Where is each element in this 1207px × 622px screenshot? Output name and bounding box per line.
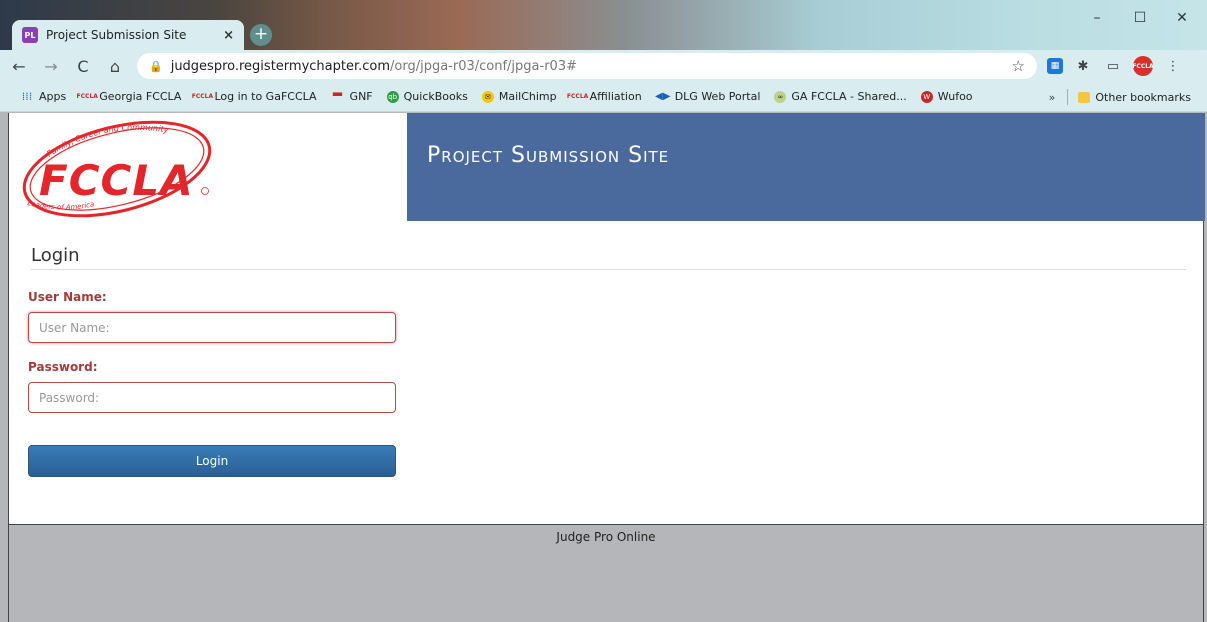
password-label: Password: [28, 360, 98, 374]
browser-tab[interactable]: PL Project Submission Site × [12, 20, 244, 50]
bookmark-label: DLG Web Portal [674, 90, 761, 103]
page-content: Family, Career and Community Leaders of … [8, 113, 1205, 524]
extension-grid-icon[interactable]: ▦ [1047, 58, 1063, 74]
mailchimp-icon: ✉ [481, 90, 494, 103]
url-text: judgespro.registermychapter.com/org/jpga… [171, 59, 1012, 74]
lock-icon: 🔒 [149, 59, 163, 73]
reload-icon[interactable]: C [70, 57, 96, 76]
fccla-logo[interactable]: Family, Career and Community Leaders of … [9, 113, 407, 221]
login-divider [31, 269, 1186, 270]
bookmarks-bar: ⁞⁞⁞ Apps FCCLA Georgia FCCLA FCCLA Log in t… [0, 82, 1207, 112]
bookmarks-right: » Other bookmarks [1049, 82, 1191, 112]
browser-toolbar: ← → C ⌂ 🔒 judgespro.registermychapter.co… [0, 50, 1207, 82]
calendar-icon: ▀▀ [332, 93, 343, 100]
fccla-icon: FCCLA [76, 93, 98, 100]
bookmark-star-icon[interactable]: ☆ [1012, 57, 1025, 75]
cast-icon[interactable]: ▭ [1103, 56, 1123, 76]
fccla-icon: FCCLA [191, 93, 214, 100]
bookmark-label: Georgia FCCLA [99, 90, 182, 103]
bookmark-dlg-web-portal[interactable]: ◀▶ DLG Web Portal [655, 90, 761, 103]
menu-kebab-icon[interactable]: ⋮ [1163, 56, 1183, 76]
login-heading: Login [31, 245, 80, 266]
apps-grid-icon: ⁞⁞⁞ [21, 90, 33, 103]
bookmark-ga-fccla-shared[interactable]: ∞ GA FCCLA - Shared... [774, 90, 907, 103]
quickbooks-icon: qb [386, 90, 399, 103]
maximize-icon[interactable]: ☐ [1118, 4, 1162, 32]
dlg-icon: ◀▶ [655, 91, 671, 102]
header-band: Project Submission Site [407, 113, 1205, 221]
tab-close-icon[interactable]: × [223, 28, 234, 43]
bookmark-label: MailChimp [498, 90, 557, 103]
username-label: User Name: [28, 290, 107, 304]
logo-text: FCCLA [39, 156, 194, 205]
bookmark-wufoo[interactable]: W Wufoo [920, 90, 973, 103]
fccla-icon: FCCLA [566, 93, 589, 100]
close-window-icon[interactable]: ✕ [1160, 4, 1204, 32]
browser-titlebar: PL Project Submission Site × + – ☐ ✕ [0, 0, 1207, 50]
address-bar[interactable]: 🔒 judgespro.registermychapter.com/org/jp… [137, 53, 1037, 79]
bookmark-quickbooks[interactable]: qb QuickBooks [386, 90, 468, 103]
new-tab-button[interactable]: + [250, 24, 272, 46]
bookmark-label: Apps [39, 90, 67, 103]
url-path: /org/jpga-r03/conf/jpga-r03# [390, 58, 577, 74]
home-icon[interactable]: ⌂ [102, 57, 128, 76]
other-bookmarks-label: Other bookmarks [1095, 90, 1191, 104]
forward-arrow-icon[interactable]: → [38, 57, 64, 76]
bookmark-georgia-fccla[interactable]: FCCLA Georgia FCCLA [76, 90, 182, 103]
minimize-icon[interactable]: – [1075, 4, 1119, 32]
profile-avatar-icon[interactable]: FCCLA [1132, 56, 1154, 76]
back-arrow-icon[interactable]: ← [6, 57, 32, 76]
folder-icon [1078, 91, 1091, 103]
tab-favicon-icon: PL [22, 27, 38, 43]
wufoo-icon: W [920, 90, 933, 103]
drive-icon: ∞ [774, 90, 787, 103]
extensions-area: ▦ ✱ ▭ FCCLA ⋮ [1047, 54, 1183, 78]
other-bookmarks[interactable]: Other bookmarks [1078, 91, 1191, 104]
puzzle-extensions-icon[interactable]: ✱ [1073, 56, 1093, 76]
bookmark-affiliation[interactable]: FCCLA Affiliation [566, 90, 642, 103]
footer-text: Judge Pro Online [556, 530, 656, 544]
logo-arc-top: Family, Career and Community [45, 123, 169, 159]
password-input[interactable] [28, 382, 396, 413]
svg-text:Family, Career and Community: Family, Career and Community [45, 123, 169, 159]
url-host: judgespro.registermychapter.com [170, 58, 391, 74]
bookmark-gnf[interactable]: ▀▀ GNF [331, 90, 373, 103]
bookmark-mailchimp[interactable]: ✉ MailChimp [481, 90, 557, 103]
bookmark-label: GA FCCLA - Shared... [791, 90, 907, 103]
bookmark-label: Affiliation [589, 90, 642, 103]
page-footer: Judge Pro Online [8, 524, 1204, 622]
username-input[interactable] [28, 312, 396, 343]
bookmark-label: Log in to GaFCCLA [214, 90, 317, 103]
login-button[interactable]: Login [28, 445, 396, 477]
bookmark-label: Wufoo [937, 90, 973, 103]
bookmarks-separator [1067, 89, 1069, 105]
bookmark-label: QuickBooks [403, 90, 468, 103]
more-bookmarks-icon[interactable]: » [1049, 91, 1056, 104]
bookmark-log-in-gafccla[interactable]: FCCLA Log in to GaFCCLA [191, 90, 317, 103]
page-title: Project Submission Site [427, 143, 670, 168]
bookmark-apps[interactable]: ⁞⁞⁞ Apps [20, 90, 66, 103]
bookmark-label: GNF [349, 90, 373, 103]
fccla-logo-icon: Family, Career and Community Leaders of … [22, 120, 212, 218]
tab-title: Project Submission Site [46, 28, 187, 42]
